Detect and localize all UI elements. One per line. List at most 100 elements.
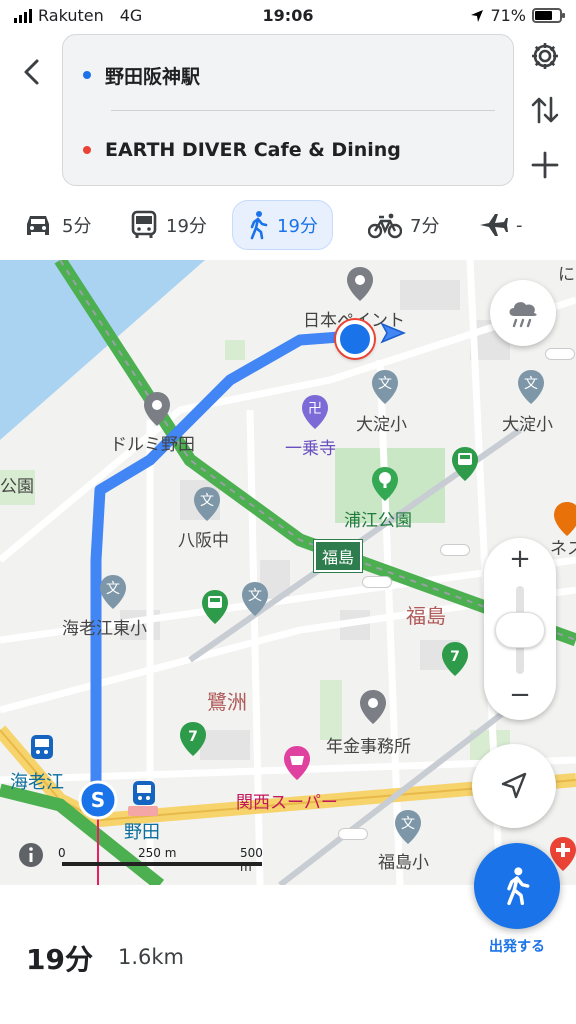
weather-button[interactable] (490, 280, 556, 346)
svg-text:卍: 卍 (308, 401, 322, 417)
scale-line (62, 862, 262, 866)
scale-end: 500 m (240, 846, 263, 874)
subway-station-icon-2[interactable] (132, 780, 156, 806)
label-ebie-station: 海老江 (10, 772, 64, 793)
travel-mode-tabs: 5分 19分 19分 7分 - (0, 200, 576, 252)
car-icon (27, 216, 49, 235)
settings-button[interactable] (525, 36, 565, 76)
label-fukushima-district: 福島 (406, 604, 446, 628)
battery-percent: 71% (490, 6, 526, 25)
status-right: 71% (470, 6, 565, 25)
add-stop-button[interactable] (525, 145, 565, 185)
train-station-icon-2[interactable] (200, 588, 230, 626)
convenience-store-icon-2[interactable]: 7 (178, 720, 208, 758)
current-location-dot (336, 320, 374, 358)
tab-walk-label: 19分 (277, 216, 318, 237)
status-bar: Rakuten 4G 19:06 71% (0, 0, 576, 30)
svg-text:文: 文 (401, 816, 415, 832)
label-yasaka-chu: 八阪中 (178, 531, 229, 551)
svg-text:文: 文 (378, 376, 392, 392)
zoom-in-button[interactable]: + (484, 544, 556, 574)
svg-text:文: 文 (200, 493, 214, 509)
origin-dot-icon (83, 71, 91, 79)
subway-station-icon[interactable] (30, 734, 54, 760)
walking-person-icon (250, 211, 268, 240)
map-pin-gray-icon-3[interactable] (358, 688, 388, 726)
school-icon-3[interactable]: 文 (192, 485, 222, 523)
label-noda-station: 野田 (124, 822, 160, 843)
start-navigation-button[interactable] (474, 843, 560, 929)
tab-bike[interactable]: 7分 (368, 200, 439, 250)
station-platform (128, 806, 158, 816)
zoom-slider-knob[interactable] (495, 612, 545, 648)
label-oyodo-sho-2: 大淀小 (502, 415, 553, 435)
map-pin-gray-icon-2[interactable] (142, 390, 172, 428)
origin-label: 野田阪神駅 (105, 65, 201, 88)
label-ichijoji: 一乗寺 (285, 439, 336, 459)
tab-car[interactable]: 5分 (22, 200, 91, 250)
school-icon-2[interactable]: 文 (516, 368, 546, 406)
info-icon[interactable] (18, 842, 44, 868)
school-icon-5[interactable]: 文 (240, 580, 270, 618)
rain-cloud-icon (509, 302, 537, 328)
label-sagisu: 鷺洲 (207, 690, 247, 714)
origin-field[interactable]: 野田阪神駅 (83, 55, 200, 95)
label-park-edge: 公園 (0, 477, 34, 497)
svg-text:S: S (91, 788, 105, 812)
restaurant-icon[interactable] (552, 500, 576, 538)
label-nenkin: 年金事務所 (326, 737, 411, 757)
scale-mid: 250 m (138, 846, 177, 860)
label-kansai-super: 関西スーパー (236, 793, 338, 813)
battery-fill (535, 11, 553, 20)
map-view[interactable]: 文 文 文 文 文 文 卍 7 7 S 福島 日本ペイント ドルミ野田 一乗寺 … (0, 260, 576, 885)
green-patch (225, 340, 245, 360)
label-fukushima-sho: 福島小 (378, 853, 429, 873)
map-scale-bar: 0 250 m 500 m (58, 846, 268, 874)
label-ebie-higashi: 海老江東小 (62, 619, 147, 639)
convenience-store-icon[interactable]: 7 (440, 640, 470, 678)
station-sign-fukushima[interactable]: 福島 (312, 539, 364, 573)
traffic-light-icon-3 (362, 576, 392, 588)
map-pin-gray-icon[interactable] (345, 265, 375, 303)
tab-walk[interactable]: 19分 (232, 200, 333, 250)
tab-transit-label: 19分 (166, 216, 207, 237)
traffic-light-icon (545, 348, 575, 360)
school-icon-6[interactable]: 文 (393, 808, 423, 846)
label-urae-park: 浦江公園 (344, 511, 412, 531)
swap-button[interactable] (525, 90, 565, 130)
green-patch-2 (320, 680, 342, 740)
battery-icon (532, 8, 565, 23)
school-icon[interactable]: 文 (370, 368, 400, 406)
shopping-basket-icon[interactable] (282, 744, 312, 782)
train-station-icon[interactable] (450, 445, 480, 483)
label-oyodo-sho: 大淀小 (356, 415, 407, 435)
tab-flight[interactable]: - (478, 200, 523, 250)
school-icon-4[interactable]: 文 (98, 573, 128, 611)
svg-text:文: 文 (106, 581, 120, 597)
destination-field[interactable]: EARTH DIVER Cafe & Dining (83, 130, 401, 170)
tab-transit[interactable]: 19分 (130, 200, 207, 250)
recenter-button[interactable] (472, 744, 556, 828)
zoom-out-button[interactable]: − (484, 680, 556, 710)
label-edge-top: にわ (558, 265, 576, 285)
heading-arrow-icon (380, 322, 406, 344)
location-arrow-icon (471, 9, 484, 22)
park-tree-icon[interactable] (370, 465, 400, 503)
route-start-marker-icon[interactable]: S (78, 780, 118, 820)
summary-distance: 1.6km (118, 945, 185, 969)
tab-bike-label: 7分 (410, 216, 440, 237)
divider (111, 110, 495, 111)
start-navigation-label[interactable]: 出発する (470, 936, 564, 956)
scale-zero: 0 (58, 846, 66, 860)
traffic-light-icon-4 (338, 828, 368, 840)
svg-text:7: 7 (188, 729, 198, 745)
building-blocks (120, 280, 510, 760)
svg-text:文: 文 (248, 588, 262, 604)
temple-icon[interactable]: 卍 (300, 393, 330, 431)
tab-flight-label: - (516, 214, 523, 236)
zoom-control: + − (484, 538, 556, 720)
airplane-icon (480, 214, 508, 236)
summary-time: 19分 (26, 943, 93, 976)
back-arrow-icon[interactable] (16, 56, 48, 88)
traffic-light-icon-2 (440, 544, 470, 556)
